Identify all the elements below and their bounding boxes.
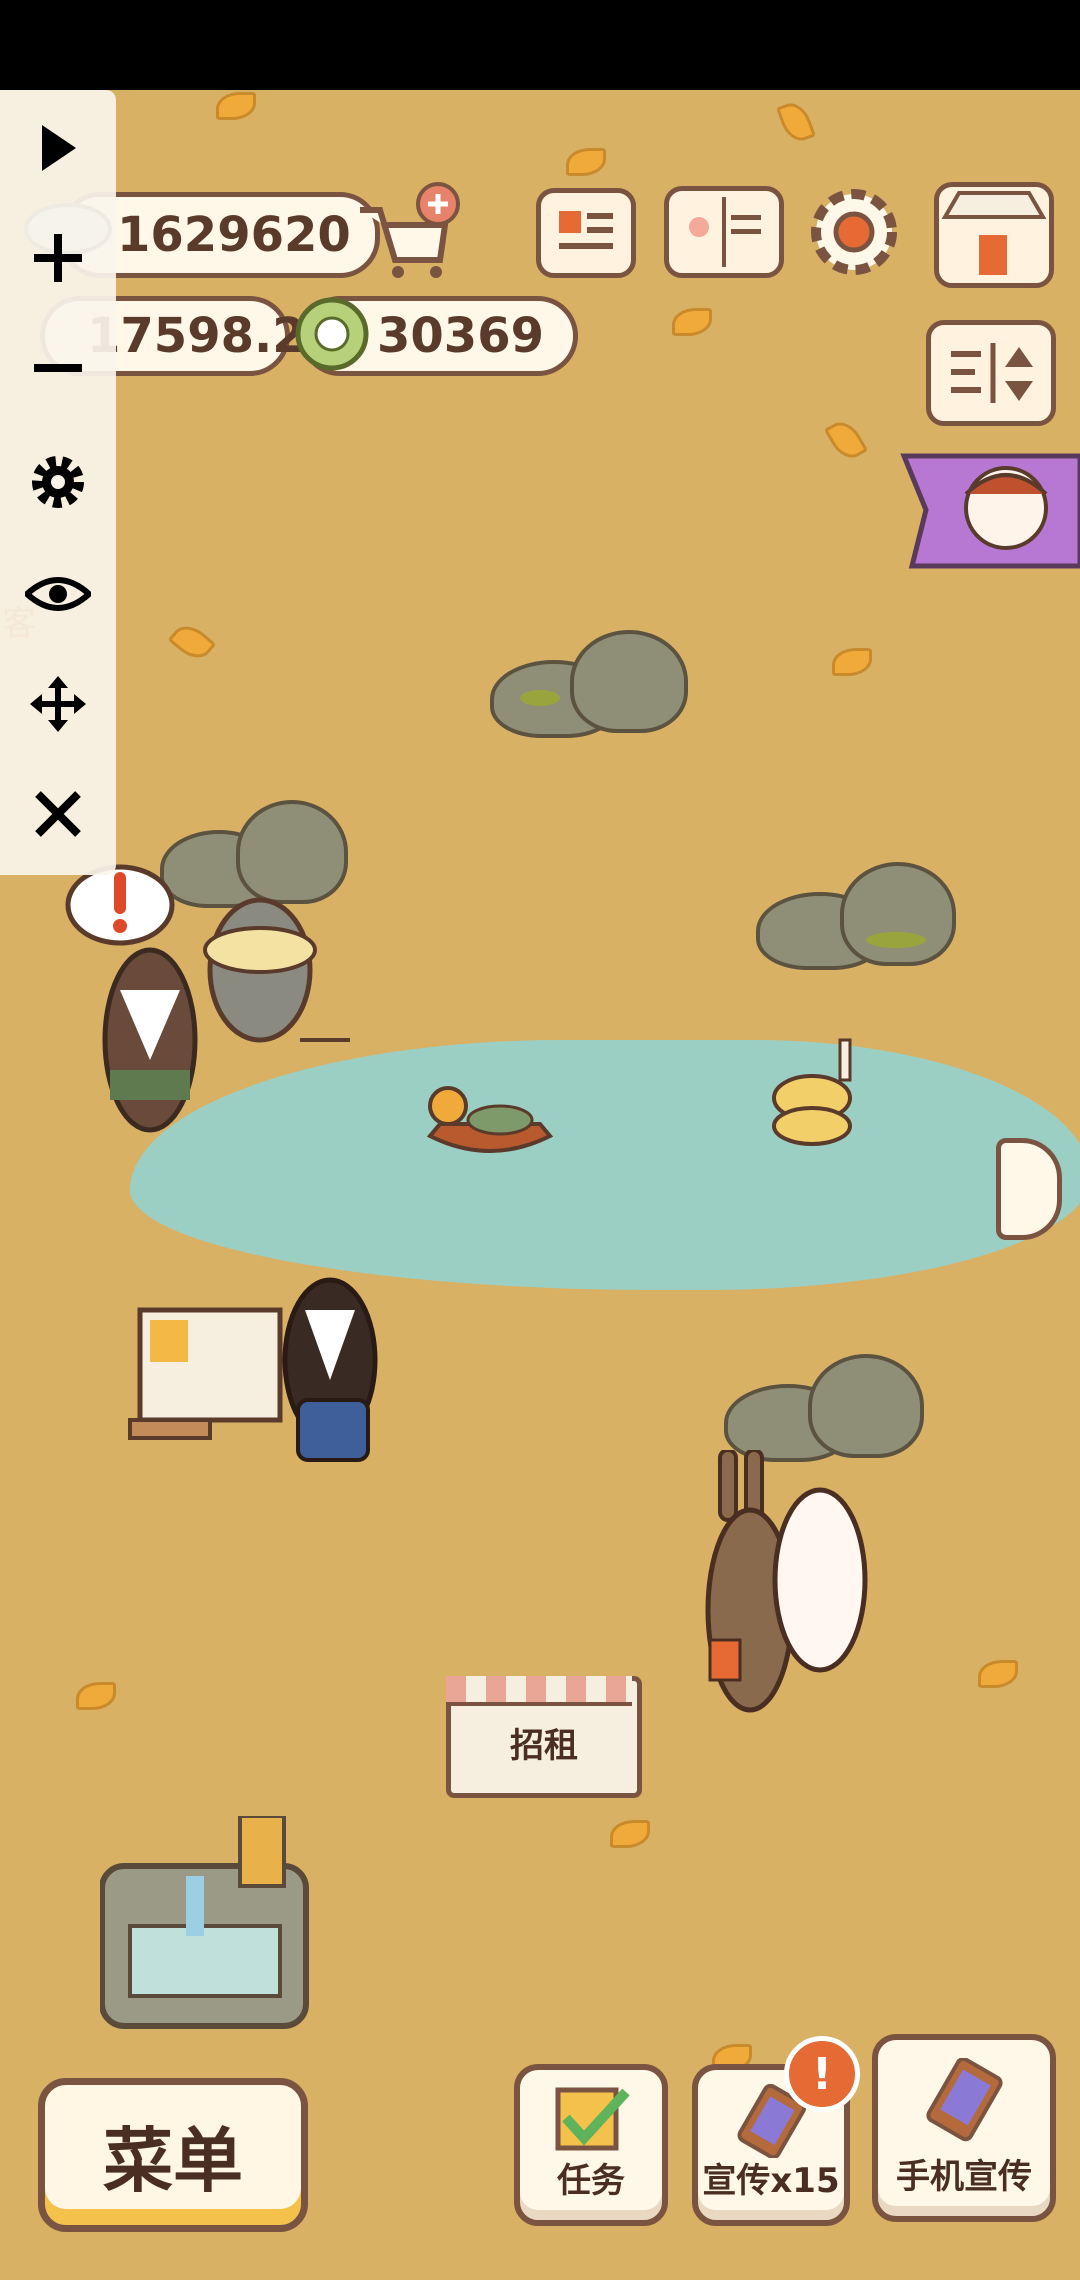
shop-button[interactable] [934, 182, 1054, 288]
settings-icon[interactable] [806, 184, 902, 280]
play-button[interactable] [18, 108, 98, 188]
for-rent-label: 招租 [510, 1726, 578, 1766]
newspaper-button[interactable] [536, 188, 636, 278]
zoom-in-button[interactable] [18, 218, 98, 298]
task-checklist-icon [555, 2087, 630, 2151]
book-icon [689, 197, 761, 267]
tasks-label: 任务 [557, 2161, 625, 2201]
catalog-book-button[interactable] [664, 186, 784, 278]
newspaper-icon [559, 211, 613, 249]
move-icon [30, 676, 86, 732]
dragon-boat-item[interactable] [420, 1076, 560, 1166]
close-icon [35, 791, 81, 837]
phone-promote-label: 手机宣传 [896, 2157, 1032, 2197]
move-button[interactable] [18, 664, 98, 744]
coin-count: 30369 [377, 308, 544, 364]
plus-icon [34, 234, 82, 282]
rock-cluster [756, 862, 956, 972]
phone-promote-button[interactable]: 手机宣传 [872, 2034, 1056, 2222]
menu-button[interactable]: 菜单 [38, 2078, 308, 2232]
sort-button[interactable] [926, 320, 1056, 426]
scroll-right-arrow[interactable] [996, 1138, 1062, 1240]
water-fountain[interactable] [100, 1816, 310, 2036]
sign-awning [446, 1676, 632, 1706]
toolbar-settings-button[interactable] [18, 442, 98, 522]
promote-label: 宣传x15 [702, 2161, 840, 2201]
rock-cluster [490, 630, 690, 740]
zoom-out-button[interactable] [18, 328, 98, 408]
tasks-button[interactable]: 任务 [514, 2064, 668, 2226]
floating-toolbar [0, 90, 116, 875]
cart-add-icon[interactable] [350, 180, 460, 280]
coin-icon [295, 297, 369, 371]
portrait-flag-icon[interactable] [900, 450, 1080, 572]
zongzi-basket-item[interactable] [770, 1038, 870, 1148]
gear-icon [32, 456, 84, 508]
rock-cluster [724, 1354, 924, 1464]
painter-badger-character[interactable] [110, 1250, 430, 1500]
customer-label: 客 [2, 604, 36, 644]
close-button[interactable] [18, 774, 98, 854]
promote-alert-badge: ! [784, 2036, 860, 2112]
sort-icon [951, 343, 1033, 403]
minus-icon [34, 364, 82, 372]
menu-label: 菜单 [103, 2119, 243, 2202]
play-icon [42, 125, 76, 171]
shop-icon [941, 191, 1047, 275]
badger-fisher-character[interactable] [60, 850, 360, 1200]
rabbit-and-cat-visitors[interactable] [700, 1450, 900, 1720]
status-bar [0, 0, 1080, 90]
fish-count: 1629620 [117, 207, 351, 263]
phone-icon [926, 2058, 1003, 2142]
star-count: 17598.2 [87, 308, 306, 364]
